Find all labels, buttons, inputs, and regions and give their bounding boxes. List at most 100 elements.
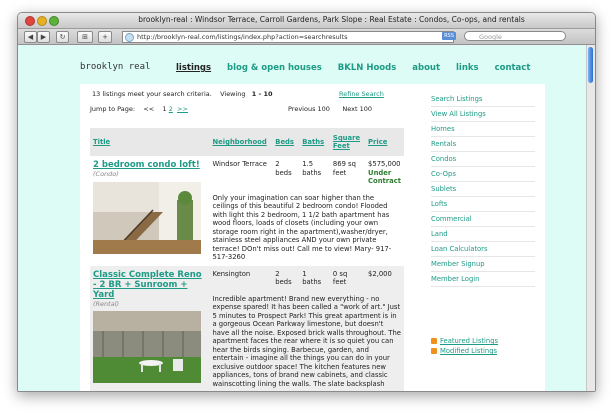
sidebar-item-rentals[interactable]: Rentals xyxy=(431,137,535,152)
listing-photo[interactable] xyxy=(93,311,201,383)
page-viewport: brooklyn real listings blog & open house… xyxy=(18,45,595,391)
featured-listings-label: Featured Listings xyxy=(440,337,499,345)
sidebar-item-co-ops[interactable]: Co-Ops xyxy=(431,167,535,182)
scrollbar-thumb[interactable] xyxy=(588,47,593,83)
price-value: $575,000 xyxy=(368,160,401,168)
sidebar-item-lofts[interactable]: Lofts xyxy=(431,197,535,212)
jump-label: Jump to Page: xyxy=(90,105,136,113)
snapback-button[interactable]: ⊞ xyxy=(77,31,93,43)
sidebar-item-member-login[interactable]: Member Login xyxy=(431,272,535,287)
listing-title-link[interactable]: Classic Complete Reno - 2 BR + Sunroom +… xyxy=(93,270,206,300)
close-window-button[interactable] xyxy=(25,16,35,26)
table-header-row: Title Neighborhood Beds Baths Square Fee… xyxy=(90,128,404,156)
col-neighborhood[interactable]: Neighborhood xyxy=(209,128,273,156)
viewing-label: Viewing xyxy=(220,90,246,98)
sidebar-menu: Search Listings View All Listings Homes … xyxy=(431,92,535,287)
price-value: $2,000 xyxy=(368,269,392,278)
search-placeholder: Google xyxy=(479,33,502,41)
baths-cell: 1.5 baths xyxy=(302,160,322,177)
next-100-link[interactable]: Next 100 xyxy=(342,105,372,113)
col-title[interactable]: Title xyxy=(90,128,210,156)
content-panel: 13 listings meet your search criteria. V… xyxy=(80,84,545,391)
zoom-window-button[interactable] xyxy=(49,16,59,26)
nav-about[interactable]: about xyxy=(412,63,440,73)
page-current: 1 xyxy=(162,105,167,113)
minimize-window-button[interactable] xyxy=(37,16,47,26)
listing-description: Only your imagination can soar higher th… xyxy=(212,193,392,262)
search-field[interactable]: Google xyxy=(464,31,566,41)
nav-blog-open-houses[interactable]: blog & open houses xyxy=(227,63,322,73)
nav-contact[interactable]: contact xyxy=(495,63,531,73)
previous-100-link[interactable]: Previous 100 xyxy=(288,105,330,113)
modified-listings-label: Modified Listings xyxy=(440,347,498,355)
sqft-cell: 0 sq feet xyxy=(329,265,366,291)
jump-prev-link[interactable]: << xyxy=(143,105,154,113)
sqft-cell: 869 sq feet xyxy=(332,160,356,177)
beds-cell: 2 beds xyxy=(275,160,292,177)
listing-title-link[interactable]: 2 bedroom condo loft! xyxy=(93,160,206,170)
vertical-scrollbar[interactable] xyxy=(586,45,595,391)
sidebar-item-land[interactable]: Land xyxy=(431,227,535,242)
property-type: (Condo) xyxy=(93,170,119,178)
prev-next-controls: Previous 100 Next 100 xyxy=(288,105,372,113)
col-price[interactable]: Price xyxy=(365,128,404,156)
modified-listings-feed[interactable]: Modified Listings xyxy=(431,346,498,356)
listing-title-cell: 2 bedroom condo loft! (Condo) xyxy=(90,156,209,266)
col-square-feet[interactable]: Square Feet xyxy=(329,128,366,156)
site-logo[interactable]: brooklyn real xyxy=(80,62,150,72)
browser-window: brooklyn-real : Windsor Terrace, Carroll… xyxy=(17,12,596,392)
price-cell: $2,000 xyxy=(365,265,404,291)
listing-photo[interactable] xyxy=(93,181,201,254)
listing-description: Incredible apartment! Brand new everythi… xyxy=(209,290,404,391)
rss-icon[interactable]: RSS xyxy=(442,32,456,40)
title-bar: brooklyn-real : Windsor Terrace, Carroll… xyxy=(18,13,595,29)
sidebar-item-condos[interactable]: Condos xyxy=(431,152,535,167)
baths-cell: 1 baths xyxy=(299,265,330,291)
browser-toolbar: ◀ ▶ ↻ ⊞ + http://brooklyn-real.com/listi… xyxy=(18,29,595,45)
page-2-link[interactable]: 2 xyxy=(169,105,173,113)
staircase-interior-image xyxy=(93,181,201,254)
nav-listings[interactable]: listings xyxy=(176,63,211,73)
nav-links[interactable]: links xyxy=(456,63,479,73)
sidebar-item-loan-calculators[interactable]: Loan Calculators xyxy=(431,242,535,257)
listings-table: Title Neighborhood Beds Baths Square Fee… xyxy=(90,128,404,391)
col-beds[interactable]: Beds xyxy=(272,128,300,156)
listing-title-cell: Classic Complete Reno - 2 BR + Sunroom +… xyxy=(90,265,210,391)
sidebar-item-sublets[interactable]: Sublets xyxy=(431,182,535,197)
nav-bkln-hoods[interactable]: BKLN Hoods xyxy=(338,63,397,73)
sidebar-item-homes[interactable]: Homes xyxy=(431,122,535,137)
sidebar-item-member-signup[interactable]: Member Signup xyxy=(431,257,535,272)
site-header: brooklyn real listings blog & open house… xyxy=(18,45,587,75)
window-title: brooklyn-real : Windsor Terrace, Carroll… xyxy=(138,15,525,24)
viewing-range: 1 - 10 xyxy=(251,90,273,98)
plus-icon: + xyxy=(102,33,108,41)
status-badge: Under Contract xyxy=(368,168,402,186)
refine-search-link[interactable]: Refine Search xyxy=(339,90,384,98)
back-arrow-icon: ◀ xyxy=(27,33,34,41)
neighborhood-cell: Kensington xyxy=(209,265,273,291)
results-summary: 13 listings meet your search criteria. V… xyxy=(92,90,273,98)
table-row: Classic Complete Reno - 2 BR + Sunroom +… xyxy=(90,265,404,391)
page-jump: Jump to Page: << 1 2 >> xyxy=(90,105,188,113)
col-baths[interactable]: Baths xyxy=(299,128,330,156)
reload-button[interactable]: ↻ xyxy=(56,31,69,43)
featured-listings-feed[interactable]: Featured Listings xyxy=(431,336,498,346)
beds-cell: 2 beds xyxy=(272,265,300,291)
table-row: 2 bedroom condo loft! (Condo) Windsor Te… xyxy=(90,156,404,254)
sidebar-item-view-all-listings[interactable]: View All Listings xyxy=(431,107,535,122)
add-bookmark-button[interactable]: + xyxy=(98,31,112,43)
forward-arrow-icon: ▶ xyxy=(40,33,47,41)
address-bar[interactable]: http://brooklyn-real.com/listings/index.… xyxy=(122,31,454,43)
sidebar-item-search-listings[interactable]: Search Listings xyxy=(431,92,535,107)
sidebar-item-commercial[interactable]: Commercial xyxy=(431,212,535,227)
snapback-icon: ⊞ xyxy=(82,33,88,41)
results-count: 13 listings meet your search criteria. xyxy=(92,90,212,98)
reload-icon: ↻ xyxy=(59,33,66,41)
url-text: http://brooklyn-real.com/listings/index.… xyxy=(137,33,348,41)
neighborhood-cell: Windsor Terrace xyxy=(212,160,267,168)
jump-next-link[interactable]: >> xyxy=(177,105,188,113)
forward-button[interactable]: ▶ xyxy=(37,31,50,43)
rss-feed-icon xyxy=(431,338,437,344)
back-button[interactable]: ◀ xyxy=(24,31,37,43)
backyard-patio-image xyxy=(93,311,201,383)
